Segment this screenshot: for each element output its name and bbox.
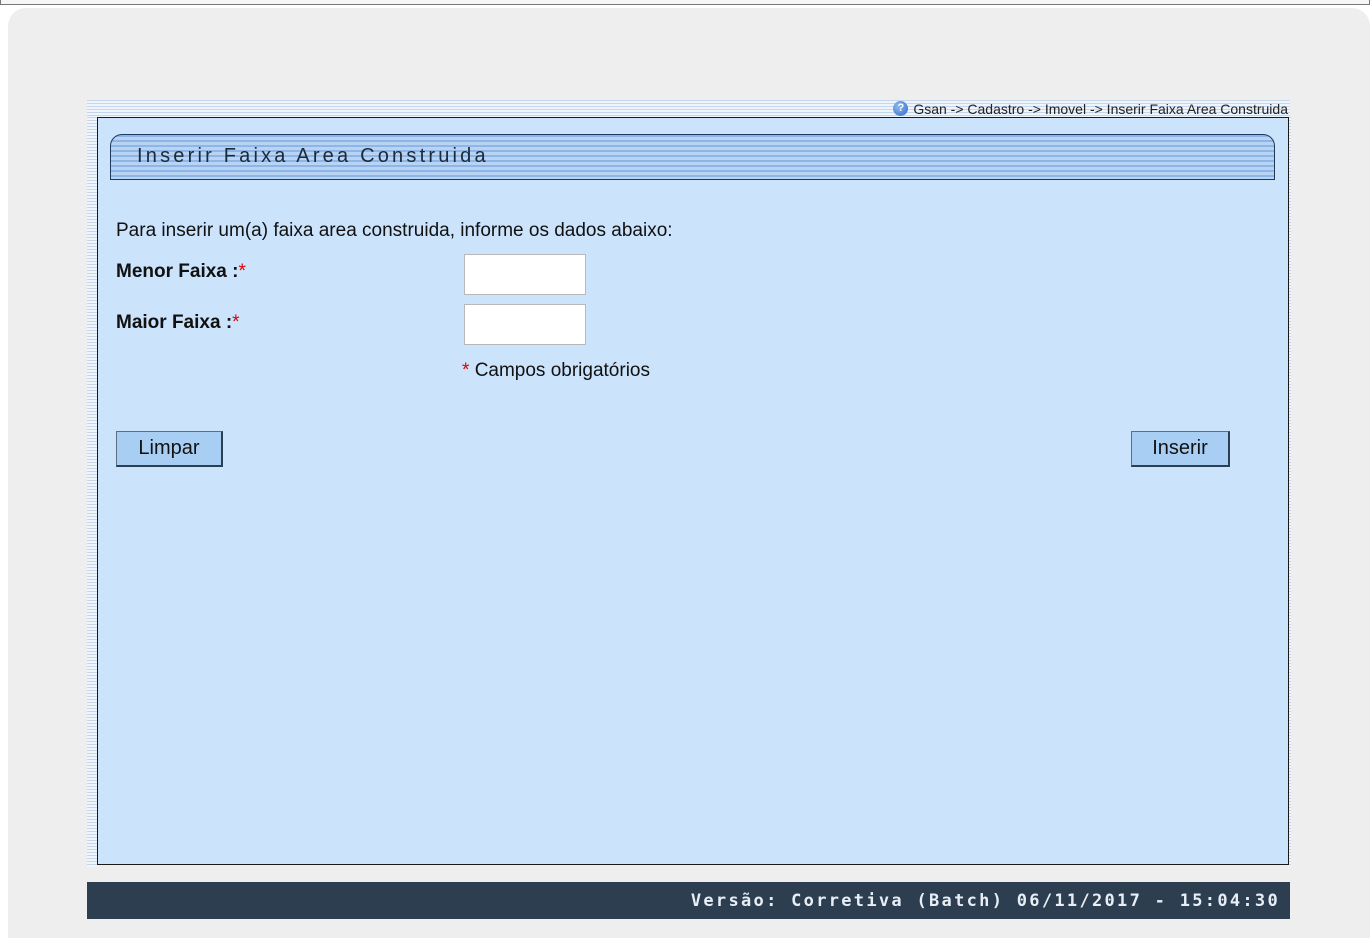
help-icon[interactable]: ?	[893, 101, 909, 116]
page-title: Inserir Faixa Area Construida	[137, 145, 489, 167]
breadcrumb-text: Gsan -> Cadastro -> Imovel -> Inserir Fa…	[913, 100, 1288, 117]
required-marker: *	[232, 312, 240, 333]
panel-title-bar: Inserir Faixa Area Construida	[110, 134, 1275, 180]
version-text: Versão: Corretiva (Batch) 06/11/2017 - 1…	[690, 891, 1280, 911]
form-panel: Inserir Faixa Area Construida Para inser…	[97, 117, 1289, 865]
left-decor-strip	[87, 117, 97, 867]
menor-faixa-input[interactable]	[464, 254, 586, 295]
required-marker: *	[238, 261, 246, 282]
breadcrumb: ? Gsan -> Cadastro -> Imovel -> Inserir …	[893, 100, 1288, 117]
required-fields-note: * Campos obrigatórios	[462, 360, 650, 382]
window-top-border	[0, 0, 1370, 5]
maior-faixa-label-text: Maior Faixa :	[116, 312, 233, 333]
inserir-button[interactable]: Inserir	[1131, 431, 1230, 467]
maior-faixa-input[interactable]	[464, 304, 586, 345]
maior-faixa-label: Maior Faixa :*	[116, 312, 240, 334]
required-note-text: Campos obrigatórios	[474, 360, 650, 381]
required-marker: *	[462, 360, 470, 381]
menor-faixa-label: Menor Faixa :*	[116, 261, 246, 283]
intro-text: Para inserir um(a) faixa area construida…	[116, 220, 673, 241]
version-footer: Versão: Corretiva (Batch) 06/11/2017 - 1…	[87, 882, 1290, 919]
limpar-button[interactable]: Limpar	[116, 431, 223, 467]
menor-faixa-label-text: Menor Faixa :	[116, 261, 239, 282]
